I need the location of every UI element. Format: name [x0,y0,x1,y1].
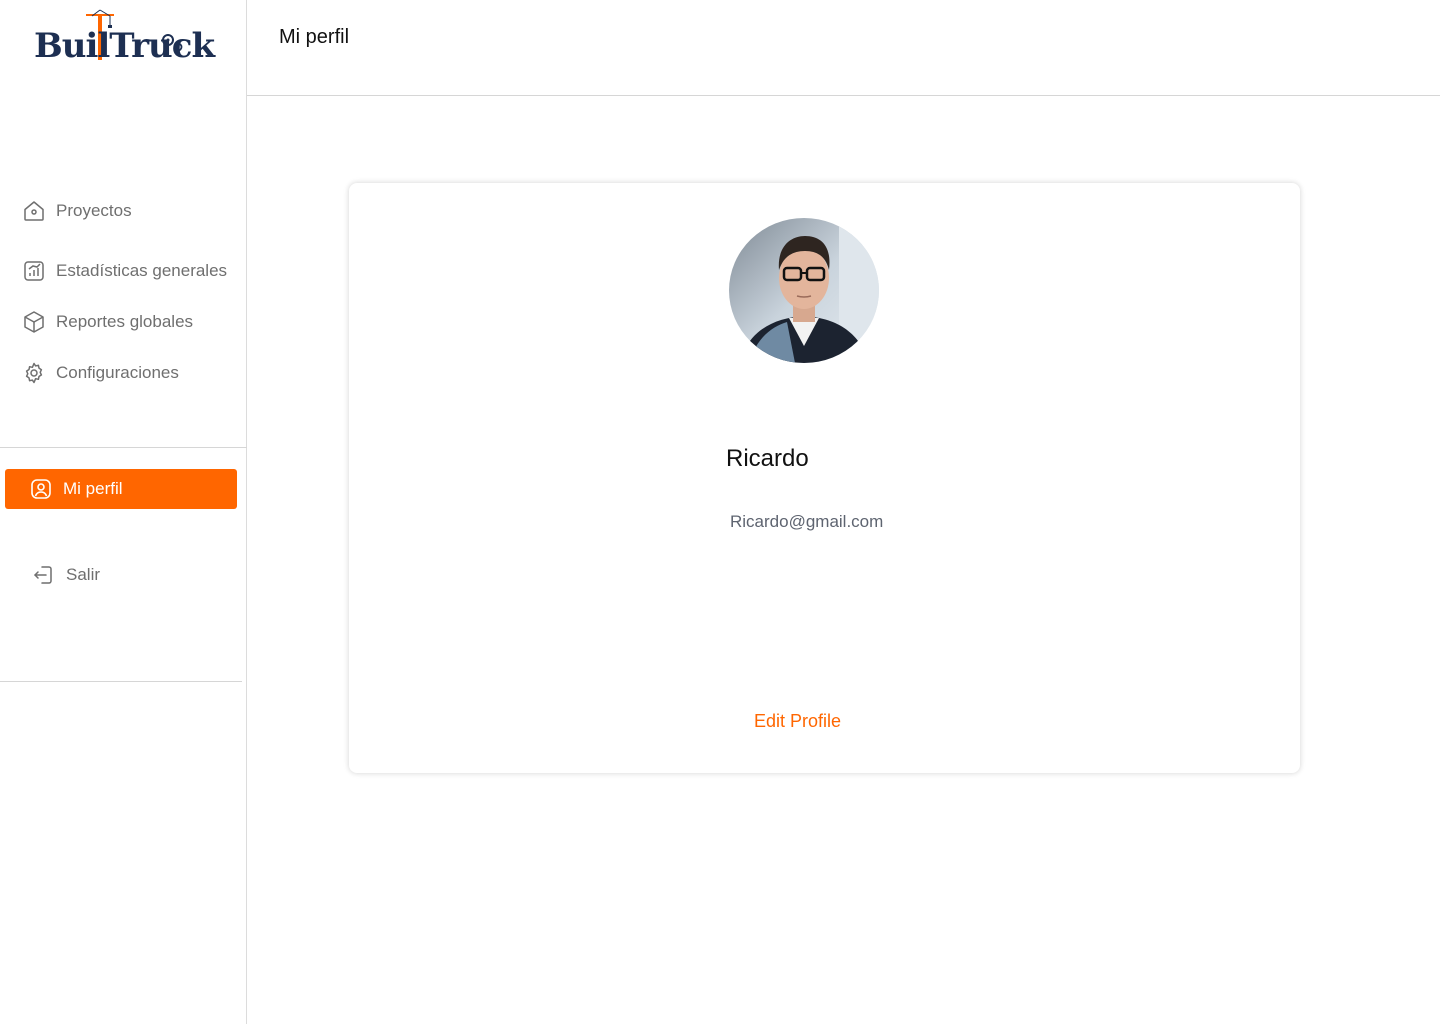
page-title: Mi perfil [279,26,350,48]
sidebar-item-proyectos[interactable]: Proyectos [22,199,132,223]
sidebar-item-label: Reportes globales [56,312,194,331]
sidebar-item-configuraciones[interactable]: Configuraciones [22,361,179,385]
sidebar-item-label: Estadísticas generales [56,261,228,280]
avatar [729,218,879,363]
user-icon [31,479,51,499]
sidebar-item-label: Configuraciones [56,363,179,382]
sidebar-item-salir[interactable]: Salir [32,563,100,587]
profile-card: Ricardo Ricardo@gmail.com Edit Profile [349,183,1300,773]
logo-text: BuilTruck [34,26,215,66]
app-root: BuilTruck Proyectos Estadísticas general… [0,0,1440,1024]
chart-icon [24,261,44,281]
sidebar-item-mi-perfil[interactable]: Mi perfil [5,469,237,509]
box-icon [24,311,44,333]
avatar-photo [729,218,879,363]
edit-profile-link[interactable]: Edit Profile [754,711,841,732]
gear-icon [25,362,43,384]
profile-name: Ricardo [726,445,809,472]
sidebar-item-reportes[interactable]: Reportes globales [22,310,193,334]
sidebar-item-label: Salir [66,565,101,584]
logout-icon [34,566,52,584]
sidebar-item-estadisticas[interactable]: Estadísticas generales [22,259,227,283]
home-icon [24,201,44,221]
top-header: Mi perfil [247,0,1440,96]
sidebar-item-label: Proyectos [56,201,132,220]
sidebar-item-label: Mi perfil [63,479,123,498]
sidebar-divider [0,681,242,682]
sidebar: BuilTruck Proyectos Estadísticas general… [0,0,247,1024]
sidebar-divider [0,447,247,448]
profile-email: Ricardo@gmail.com [730,512,884,531]
app-logo[interactable]: BuilTruck [34,8,215,68]
